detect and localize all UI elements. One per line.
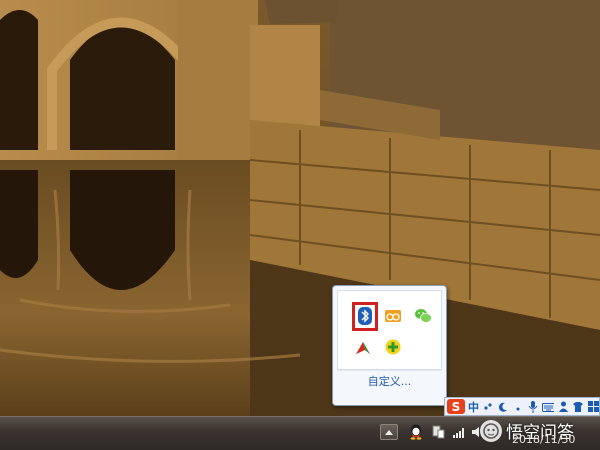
qq-icon[interactable] (408, 424, 424, 440)
wukong-logo-icon (480, 419, 502, 442)
skin-shirt-icon[interactable] (572, 401, 584, 413)
green-plus-app-icon[interactable] (384, 338, 402, 356)
keyboard-icon[interactable] (542, 401, 554, 413)
taskbar-clock-date[interactable]: 2018/11/30 (512, 433, 575, 446)
network-device-icon[interactable] (430, 424, 446, 440)
hidden-icons-grid (337, 290, 442, 370)
ime-toolbar: S 中 (444, 397, 600, 416)
ime-language-mode[interactable]: 中 (468, 399, 479, 415)
moon-icon[interactable] (497, 401, 509, 413)
customize-link[interactable]: 自定义... (333, 373, 446, 389)
red-arrow-app-icon[interactable] (354, 339, 372, 357)
grid-toolbox-icon[interactable] (587, 401, 599, 413)
user-icon[interactable] (557, 401, 569, 413)
microphone-icon[interactable] (527, 400, 539, 413)
desktop-wallpaper (0, 0, 600, 418)
bluetooth-highlight-box (352, 302, 378, 331)
popup-divider (337, 370, 442, 371)
dot-icon[interactable] (512, 401, 524, 413)
punctuation-icon[interactable] (482, 401, 494, 413)
signal-bars-icon[interactable] (452, 424, 468, 440)
cloud-sync-icon[interactable] (384, 307, 402, 325)
chevron-up-icon (385, 429, 393, 435)
show-hidden-icons-button[interactable] (380, 424, 398, 440)
wechat-icon[interactable] (414, 307, 432, 325)
sogou-ime-logo[interactable]: S (447, 399, 465, 414)
notification-overflow-popup: 自定义... (332, 285, 447, 406)
